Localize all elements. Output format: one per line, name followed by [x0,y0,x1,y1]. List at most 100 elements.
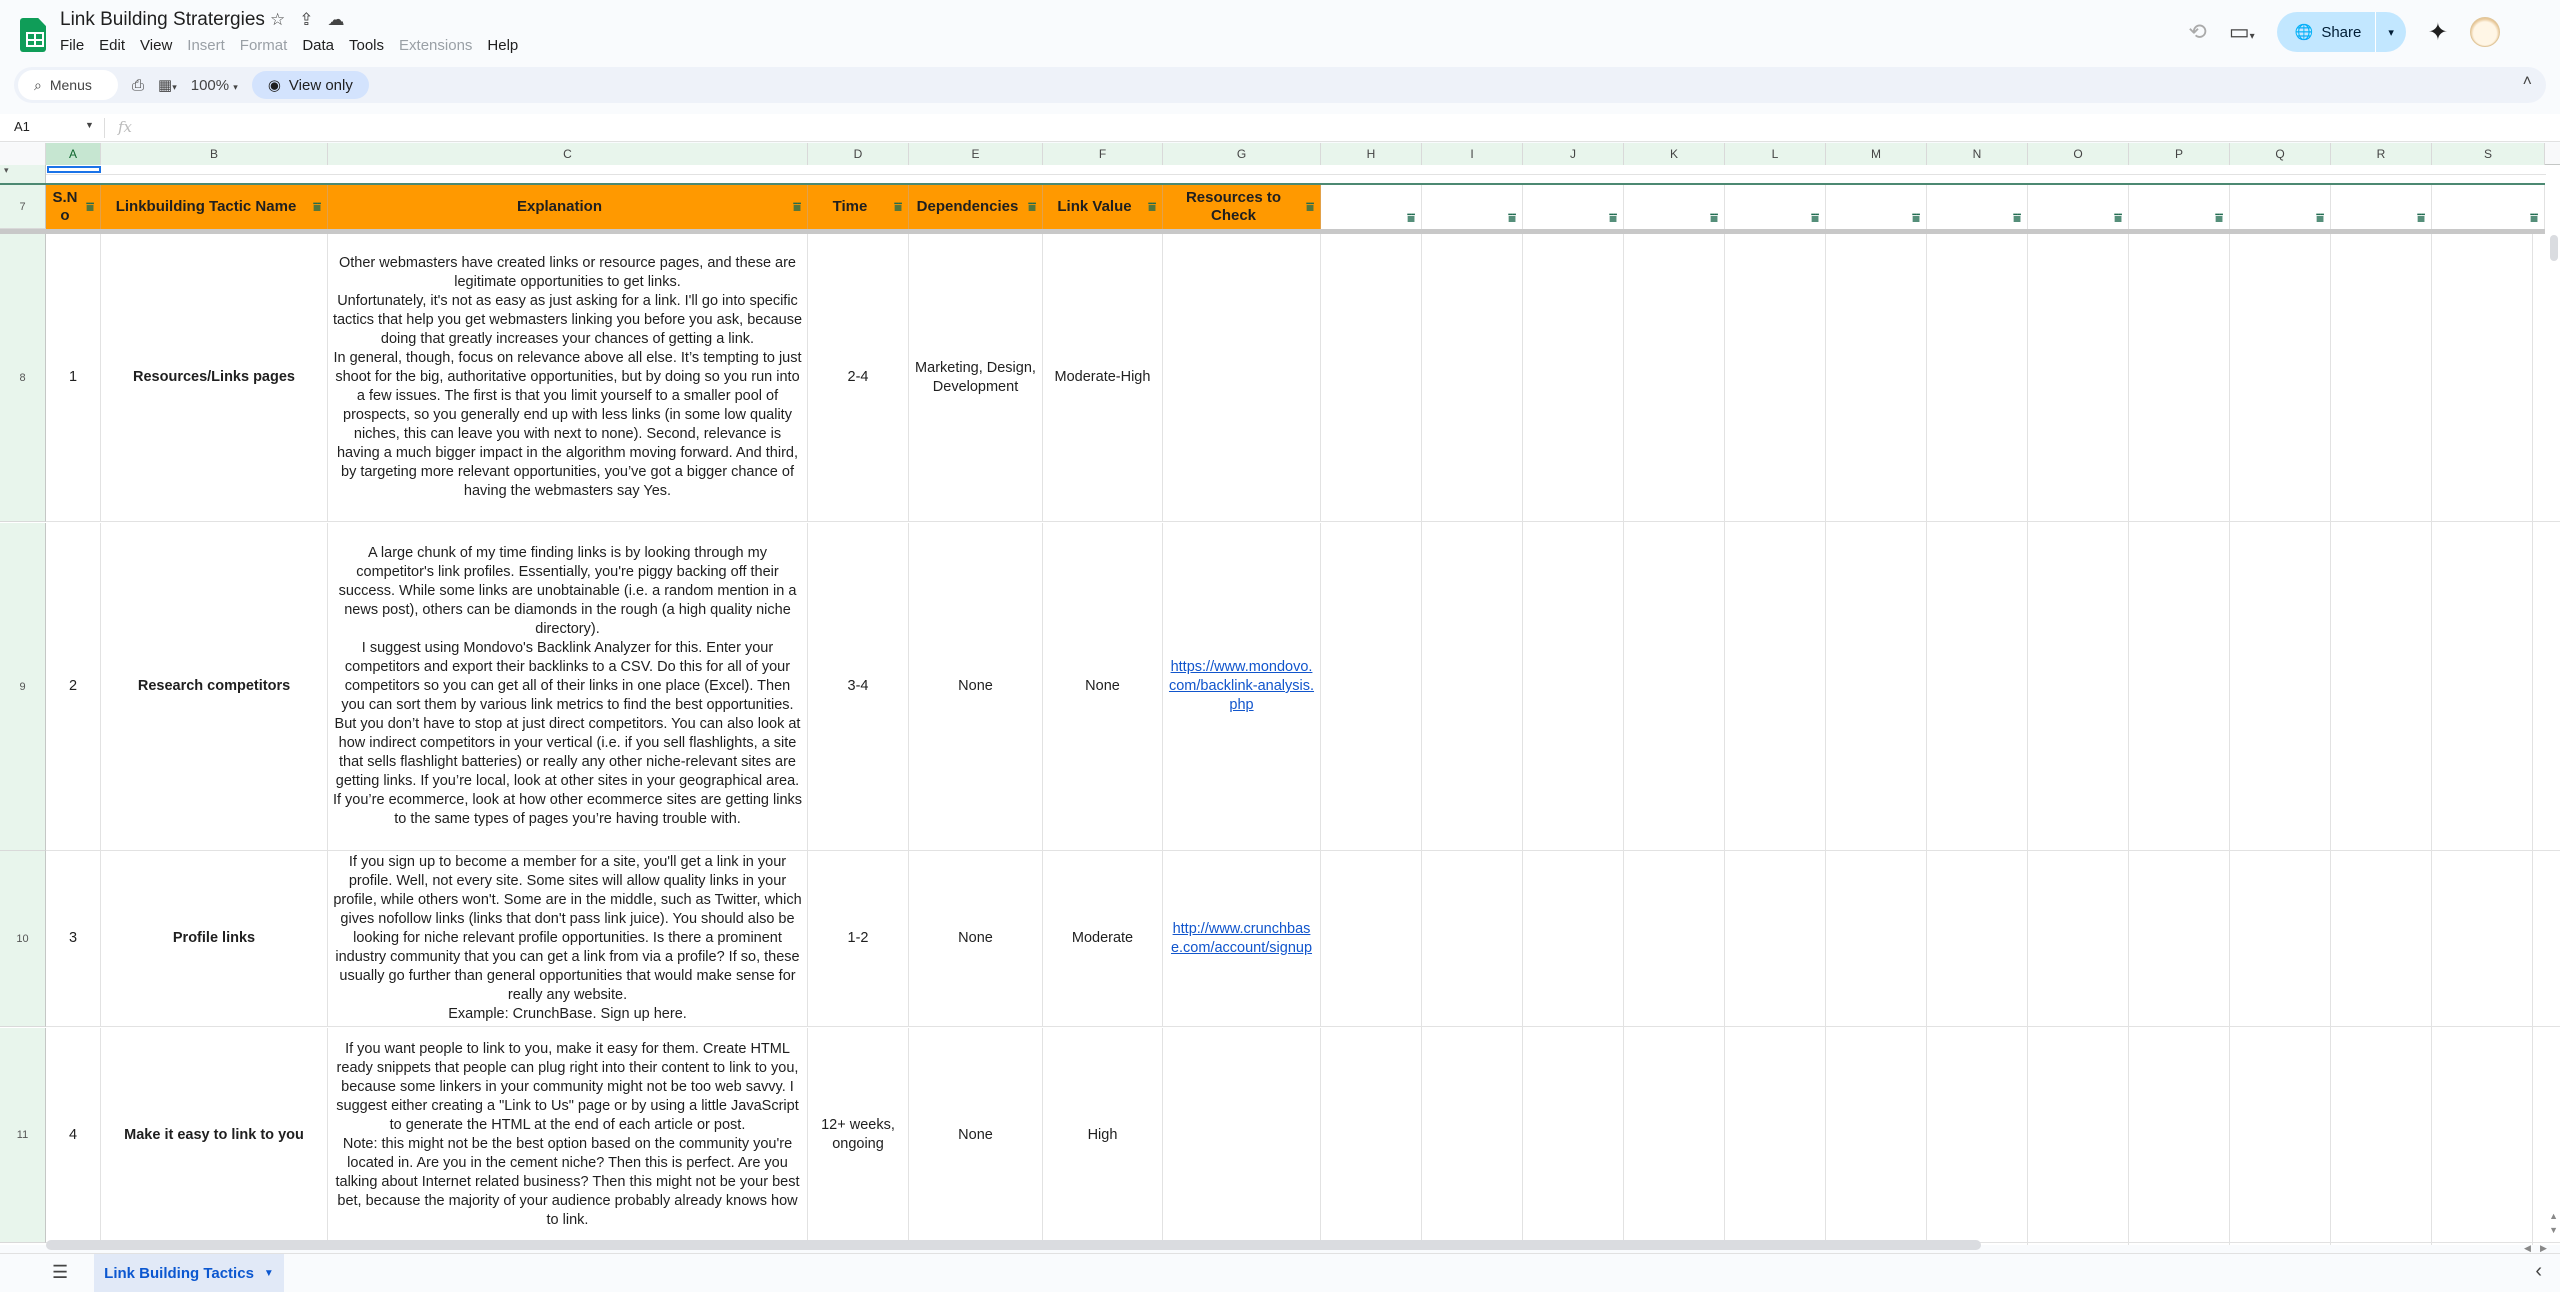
column-header-s[interactable]: S [2432,143,2545,165]
collapse-toolbar-icon[interactable]: ˄ [2523,73,2532,91]
cell-resource[interactable] [1163,1028,1321,1242]
vertical-scrollbar[interactable] [2550,235,2558,261]
cell-dependencies[interactable]: None [909,523,1043,850]
column-header-r[interactable]: R [2331,143,2432,165]
sheets-logo-icon[interactable] [20,18,46,52]
column-header-g[interactable]: G [1163,143,1321,165]
filter-icon[interactable]: ⩸ [2316,211,2324,224]
document-title[interactable]: Link Building Stratergies [60,9,265,31]
resource-link[interactable]: https://www.mondovo.com/backlink-analysi… [1167,658,1316,715]
version-history-icon[interactable]: ⟲ [2188,19,2206,45]
gemini-sparkle-icon[interactable]: ✦ [2428,18,2448,47]
filter-icon[interactable]: ⩸ [2417,211,2425,224]
menu-data[interactable]: Data [302,37,334,54]
cell-tactic-name[interactable]: Make it easy to link to you [101,1028,328,1242]
filter-icon[interactable]: ⩸ [1912,211,1920,224]
cell-sno[interactable]: 2 [46,523,101,850]
filter-icon[interactable]: ⩸ [1609,211,1617,224]
menu-view[interactable]: View [140,37,172,54]
cell-explanation[interactable]: Other webmasters have created links or r… [328,234,808,521]
cell-explanation[interactable]: If you want people to link to you, make … [328,1028,808,1242]
cell-sno[interactable]: 3 [46,851,101,1026]
all-sheets-menu-icon[interactable]: ☰ [52,1262,68,1283]
cell-tactic-name[interactable]: Profile links [101,851,328,1026]
cell-explanation[interactable]: A large chunk of my time finding links i… [328,523,808,850]
column-header-o[interactable]: O [2028,143,2129,165]
cell-time[interactable]: 12+ weeks, ongoing [808,1028,909,1242]
cell-tactic-name[interactable]: Research competitors [101,523,328,850]
cell-time[interactable]: 2-4 [808,234,909,521]
column-header-a[interactable]: A [46,143,101,165]
print-layout-icon[interactable]: ▦▾ [158,76,177,94]
view-only-badge[interactable]: ◉ View only [251,71,369,99]
column-header-k[interactable]: K [1624,143,1725,165]
scroll-up-icon[interactable]: ▲ [2549,1211,2558,1221]
share-dropdown-button[interactable]: ▾ [2375,12,2406,52]
filter-icon[interactable]: ⩸ [1028,200,1036,213]
filter-icon[interactable]: ⩸ [1407,211,1415,224]
share-button[interactable]: 🌐 Share [2277,12,2376,52]
column-header-h[interactable]: H [1321,143,1422,165]
menu-tools[interactable]: Tools [349,37,384,54]
filter-icon[interactable]: ⩸ [2215,211,2223,224]
filter-icon[interactable]: ⩸ [2530,211,2538,224]
row-number[interactable]: 11 [0,1028,46,1243]
cell-tactic-name[interactable]: Resources/Links pages [101,234,328,521]
sheet-tab-dropdown-icon[interactable]: ▼ [264,1268,274,1279]
filter-icon[interactable]: ⩸ [1148,200,1156,213]
menu-help[interactable]: Help [487,37,518,54]
cell-link-value[interactable]: Moderate [1043,851,1163,1026]
cell-resource[interactable] [1163,234,1321,521]
cell-link-value[interactable]: Moderate-High [1043,234,1163,521]
menu-edit[interactable]: Edit [99,37,125,54]
print-icon[interactable]: ⎙ [132,77,144,94]
cell-explanation[interactable]: If you sign up to become a member for a … [328,851,808,1026]
spreadsheet-grid[interactable]: A B C D E F G H I J K L M N O P Q R S ▾ … [0,143,2560,1245]
column-header-n[interactable]: N [1927,143,2028,165]
column-header-c[interactable]: C [328,143,808,165]
filter-icon[interactable]: ⩸ [2114,211,2122,224]
cell-sno[interactable]: 1 [46,234,101,521]
column-header-f[interactable]: F [1043,143,1163,165]
filter-icon[interactable]: ⩸ [1710,211,1718,224]
resource-link[interactable]: http://www.crunchbase.com/account/signup [1167,920,1316,958]
avatar[interactable] [2470,17,2500,47]
cell-dependencies[interactable]: None [909,851,1043,1026]
column-header-i[interactable]: I [1422,143,1523,165]
selected-cell-a1[interactable] [47,166,101,173]
search-menus-input[interactable]: ⌕ Menus [18,70,118,100]
filter-icon[interactable]: ⩸ [894,200,902,213]
select-all-corner[interactable] [0,143,46,165]
name-box-dropdown-icon[interactable]: ▼ [85,120,94,130]
menu-file[interactable]: File [60,37,84,54]
name-box[interactable]: A1 [14,119,30,134]
cell-sno[interactable]: 4 [46,1028,101,1242]
row-group-toggle-icon[interactable]: ▾ [0,165,46,183]
meet-video-icon[interactable]: ▭▾ [2229,19,2255,45]
row-number[interactable]: 9 [0,523,46,851]
scroll-down-icon[interactable]: ▼ [2549,1225,2558,1235]
column-header-d[interactable]: D [808,143,909,165]
filter-icon[interactable]: ⩸ [793,200,801,213]
cell-dependencies[interactable]: None [909,1028,1043,1242]
column-header-l[interactable]: L [1725,143,1826,165]
column-header-p[interactable]: P [2129,143,2230,165]
filter-icon[interactable]: ⩸ [2013,211,2021,224]
horizontal-scrollbar[interactable] [46,1240,1981,1250]
cell-dependencies[interactable]: Marketing, Design, Development [909,234,1043,521]
filter-icon[interactable]: ⩸ [1306,200,1314,213]
zoom-select[interactable]: 100% ▾ [191,77,238,94]
cell-time[interactable]: 3-4 [808,523,909,850]
filter-icon[interactable]: ⩸ [313,200,321,213]
column-header-b[interactable]: B [101,143,328,165]
column-header-m[interactable]: M [1826,143,1927,165]
filter-icon[interactable]: ⩸ [1811,211,1819,224]
star-icon[interactable]: ☆ [270,10,285,30]
row-number[interactable]: 8 [0,234,46,522]
side-panel-collapse-icon[interactable]: ‹ [2535,1260,2542,1283]
filter-icon[interactable]: ⩸ [86,200,94,213]
cloud-status-icon[interactable]: ☁ [328,10,345,30]
cell-time[interactable]: 1-2 [808,851,909,1026]
column-header-q[interactable]: Q [2230,143,2331,165]
row-number[interactable]: 10 [0,851,46,1027]
